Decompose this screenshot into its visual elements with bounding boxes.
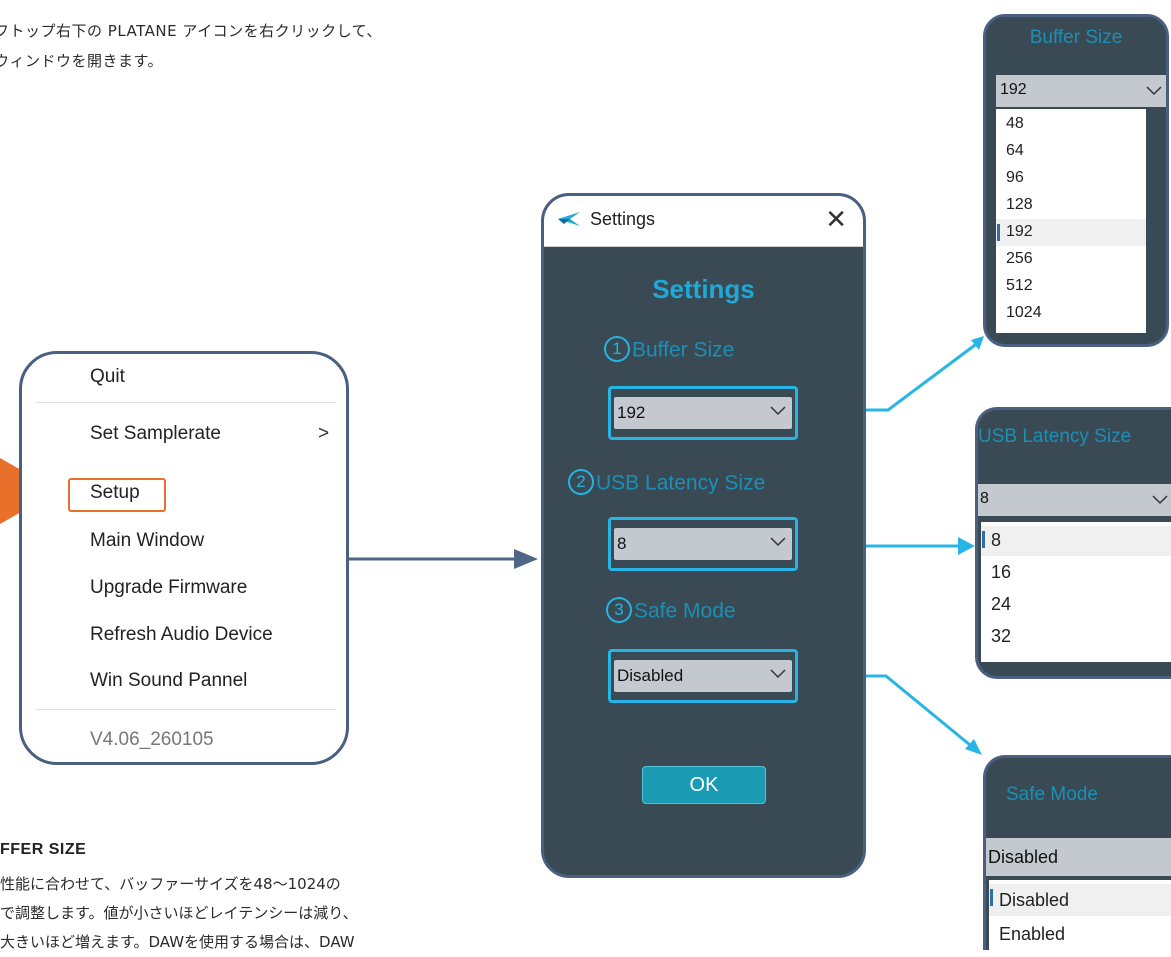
description-line-3: 大きいほど増えます。DAWを使用する場合は、DAW: [0, 933, 355, 951]
popup-title: USB Latency Size: [978, 426, 1132, 447]
option-enabled[interactable]: Enabled: [989, 918, 1171, 950]
chevron-right-icon: >: [318, 423, 330, 444]
menu-item-main-window[interactable]: Main Window: [90, 530, 204, 552]
option-8[interactable]: 8: [981, 526, 1171, 556]
app-logo-icon: [558, 212, 580, 226]
menu-item-win-sound-pannel[interactable]: Win Sound Pannel: [90, 670, 247, 692]
ok-button[interactable]: OK: [642, 766, 766, 804]
number-badge: 3: [606, 597, 632, 623]
tray-context-menu: Quit Set Samplerate > Setup Main Window …: [19, 351, 349, 765]
option-192[interactable]: 192: [996, 219, 1146, 246]
option-1024[interactable]: 1024: [996, 300, 1146, 327]
safe-mode-select[interactable]: Disabled: [614, 660, 792, 692]
usb-latency-highlight: 8: [608, 517, 798, 571]
usb-latency-options: 8 16 24 32: [981, 522, 1171, 662]
chevron-down-icon: [1146, 86, 1162, 96]
buffer-size-popup: Buffer Size 192 48 64 96 128 192 256 512…: [983, 14, 1169, 347]
safe-mode-highlight: Disabled: [608, 649, 798, 703]
buffer-size-heading: FFER SIZE: [0, 841, 87, 858]
safe-mode-label: 3 Safe Mode: [606, 597, 736, 625]
chevron-down-icon: [770, 406, 786, 416]
usb-connector-arrowhead: [958, 537, 975, 555]
option-32[interactable]: 32: [981, 622, 1171, 652]
menu-to-settings-arrowhead: [514, 549, 538, 569]
chevron-down-icon: [770, 669, 786, 679]
buffer-size-label: 1 Buffer Size: [604, 336, 734, 364]
buffer-size-popup-select[interactable]: 192: [996, 75, 1166, 107]
option-512[interactable]: 512: [996, 273, 1146, 300]
version-label: V4.06_260105: [90, 729, 214, 750]
close-icon[interactable]: ✕: [825, 204, 847, 235]
menu-item-set-samplerate[interactable]: Set Samplerate: [90, 423, 221, 445]
number-badge: 2: [568, 469, 594, 495]
settings-window: Settings ✕ Settings 1 Buffer Size 192 2 US…: [541, 193, 866, 878]
usb-latency-select[interactable]: 8: [614, 528, 792, 560]
menu-item-setup[interactable]: Setup: [90, 482, 140, 504]
menu-separator: [36, 709, 336, 710]
safe-mode-options: Disabled Enabled: [989, 880, 1171, 950]
description-line-1: 性能に合わせて、バッファーサイズを48〜1024の: [0, 875, 341, 893]
chevron-down-icon: [1152, 495, 1168, 505]
safe-mode-popup-select[interactable]: Disabled: [986, 838, 1171, 876]
buffer-size-description: 性能に合わせて、バッファーサイズを48〜1024の で調整します。値が小さいほど…: [0, 870, 358, 957]
menu-item-refresh-audio-device[interactable]: Refresh Audio Device: [90, 624, 273, 646]
chevron-down-icon: [770, 537, 786, 547]
option-256[interactable]: 256: [996, 246, 1146, 273]
usb-latency-popup: USB Latency Size 8 8 16 24 32: [975, 407, 1171, 679]
description-line-2: で調整します。値が小さいほどレイテンシーは減り、: [0, 904, 358, 922]
settings-heading: Settings: [652, 274, 755, 304]
buffer-size-highlight: 192: [608, 386, 798, 440]
option-128[interactable]: 128: [996, 192, 1146, 219]
menu-item-upgrade-firmware[interactable]: Upgrade Firmware: [90, 577, 247, 599]
buffer-size-options: 48 64 96 128 192 256 512 1024: [996, 109, 1146, 333]
option-48[interactable]: 48: [996, 111, 1146, 138]
safe-mode-popup: Safe Mode Disabled Disabled Enabled: [983, 755, 1171, 950]
popup-title: Safe Mode: [1006, 784, 1098, 805]
option-disabled[interactable]: Disabled: [989, 884, 1171, 916]
number-badge: 1: [604, 336, 630, 362]
buffer-size-select[interactable]: 192: [614, 397, 792, 429]
menu-separator: [36, 402, 336, 403]
window-title: Settings: [590, 209, 656, 229]
option-16[interactable]: 16: [981, 558, 1171, 588]
option-64[interactable]: 64: [996, 138, 1146, 165]
option-96[interactable]: 96: [996, 165, 1146, 192]
title-bar: Settings ✕: [544, 196, 863, 247]
usb-latency-popup-select[interactable]: 8: [978, 484, 1171, 516]
menu-item-quit[interactable]: Quit: [90, 366, 125, 388]
popup-title: Buffer Size: [1029, 27, 1123, 48]
usb-latency-label: 2 USB Latency Size: [568, 469, 765, 497]
option-24[interactable]: 24: [981, 590, 1171, 620]
